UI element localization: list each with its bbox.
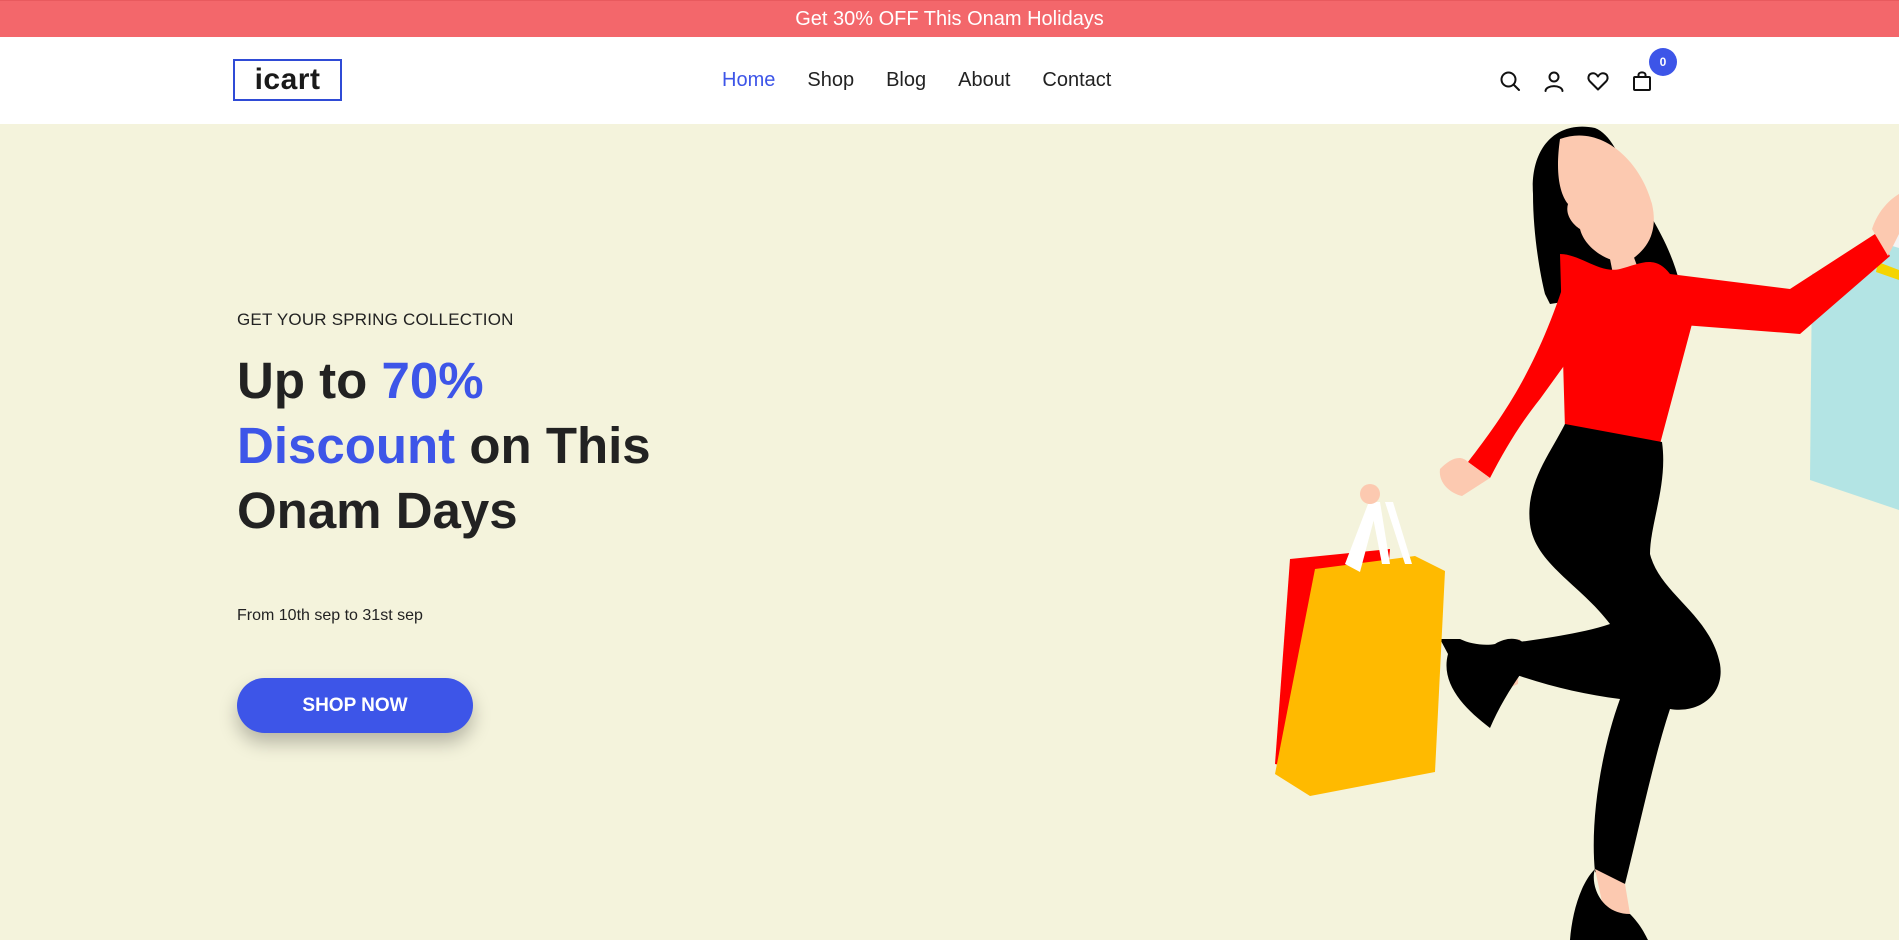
hero-subtitle: GET YOUR SPRING COLLECTION <box>237 310 514 329</box>
nav-blog[interactable]: Blog <box>886 69 926 92</box>
shopping-bag-icon <box>1633 70 1651 91</box>
pants <box>1500 424 1721 884</box>
nav-home[interactable]: Home <box>722 69 775 92</box>
main-nav: Home Shop Blog About Contact <box>722 37 1143 124</box>
logo[interactable]: icart <box>233 59 342 101</box>
headline-accent-percent: 70% <box>381 352 484 409</box>
cart-count-badge: 0 <box>1649 47 1677 76</box>
headline-part1: Up to <box>237 352 382 409</box>
nav-shop[interactable]: Shop <box>807 69 854 92</box>
hero-section: GET YOUR SPRING COLLECTION Up to 70% Disc… <box>0 124 1899 940</box>
promo-text: Get 30% OFF This Onam Holidays <box>795 7 1104 30</box>
header-icons: 0 <box>1497 37 1677 124</box>
headline-accent-discount: Discount <box>237 417 456 474</box>
cart-button[interactable]: 0 <box>1629 47 1677 94</box>
shop-now-button[interactable]: SHOP NOW <box>237 678 473 733</box>
nav-about[interactable]: About <box>958 69 1010 92</box>
user-icon[interactable] <box>1541 68 1567 94</box>
hero-dates: From 10th sep to 31st sep <box>237 607 423 624</box>
promo-bar: Get 30% OFF This Onam Holidays <box>0 0 1899 37</box>
hero-headline: Up to 70% Discount on This Onam Days <box>237 348 717 543</box>
search-icon[interactable] <box>1497 68 1523 94</box>
site-header: icart Home Shop Blog About Contact 0 <box>0 37 1899 124</box>
heart-icon[interactable] <box>1585 68 1611 94</box>
shopping-woman-illustration <box>1275 126 1899 940</box>
nav-contact[interactable]: Contact <box>1042 69 1111 92</box>
